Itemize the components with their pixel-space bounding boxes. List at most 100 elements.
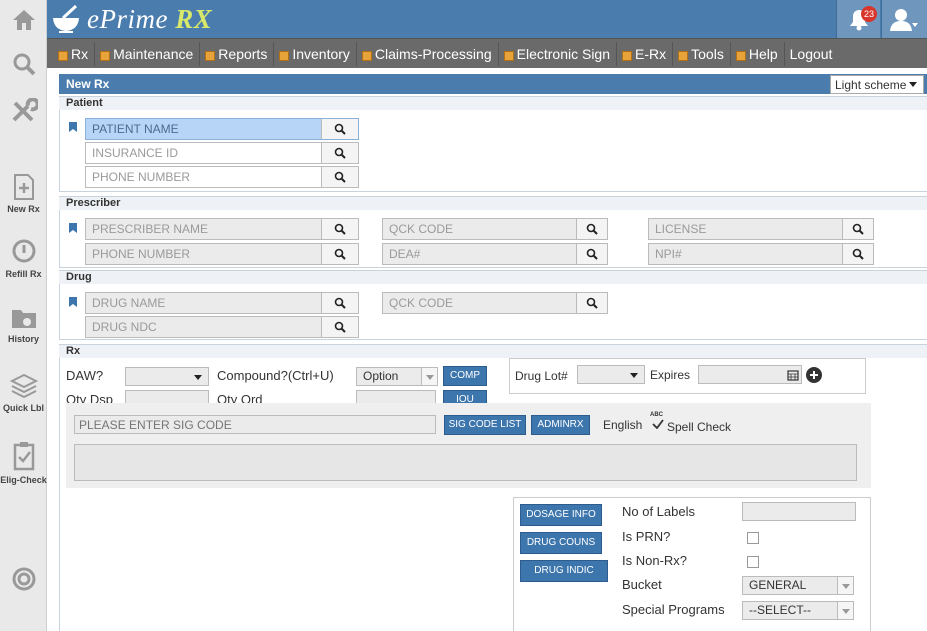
- drug-search-button[interactable]: [321, 293, 358, 313]
- no-of-labels-input[interactable]: [742, 502, 856, 521]
- history-icon: [11, 310, 36, 328]
- drug-lot-select[interactable]: [577, 365, 645, 384]
- menu-claims-processing[interactable]: Claims-Processing: [357, 41, 499, 66]
- user-menu-button[interactable]: [881, 0, 927, 38]
- patient-phone-search-button[interactable]: [321, 167, 358, 187]
- menu-tools[interactable]: Tools: [673, 41, 731, 66]
- add-lot-icon[interactable]: [806, 367, 822, 383]
- drug-ndc-input[interactable]: [86, 317, 321, 337]
- prescriber-phone-input[interactable]: [86, 244, 321, 264]
- menu-maintenance[interactable]: Maintenance: [95, 41, 201, 66]
- menu-bullet-icon: [678, 50, 689, 61]
- insurance-search-button[interactable]: [321, 143, 358, 163]
- menu-help[interactable]: Help: [731, 41, 785, 66]
- insurance-id-field[interactable]: [85, 142, 359, 164]
- is-prn-label: Is PRN?: [622, 529, 671, 544]
- notifications-button[interactable]: 23: [836, 0, 880, 38]
- patient-phone-field[interactable]: [85, 166, 359, 188]
- sidebar-item-history[interactable]: History: [0, 305, 47, 344]
- compound-select[interactable]: Option: [356, 367, 438, 386]
- help-ring-icon[interactable]: [0, 566, 47, 592]
- dea-input[interactable]: [383, 244, 576, 264]
- sig-code-list-button[interactable]: SIG CODE LIST: [444, 415, 526, 435]
- search-icon: [586, 248, 598, 260]
- prescriber-search-button[interactable]: [321, 219, 358, 239]
- is-prn-checkbox[interactable]: [747, 532, 759, 544]
- drug-name-input[interactable]: [86, 293, 321, 313]
- drug-ndc-field[interactable]: [85, 316, 359, 338]
- menu-e-rx[interactable]: E-Rx: [617, 41, 674, 66]
- dea-field[interactable]: [382, 243, 608, 265]
- caret-down-icon: [194, 375, 202, 380]
- drug-indic-button[interactable]: DRUG INDIC: [520, 560, 608, 582]
- home-icon[interactable]: [0, 8, 47, 32]
- no-of-labels-label: No of Labels: [622, 504, 695, 519]
- drug-lot-panel: Drug Lot# Expires: [509, 358, 866, 394]
- prescriber-qck-input[interactable]: [383, 219, 576, 239]
- comp-button[interactable]: COMP: [443, 366, 487, 386]
- patient-section-heading: Patient: [59, 96, 927, 110]
- license-input[interactable]: [649, 219, 842, 239]
- spell-check-label[interactable]: Spell Check: [667, 420, 731, 434]
- prescriber-name-input[interactable]: [86, 219, 321, 239]
- sidebar-item-elig-check[interactable]: Elig-Check: [0, 440, 47, 485]
- app-logo[interactable]: ePrime RX: [47, 0, 212, 38]
- drug-qck-search-button[interactable]: [576, 293, 607, 313]
- sidebar-item-refill-rx[interactable]: Refill Rx: [0, 238, 47, 279]
- license-search-button[interactable]: [842, 219, 873, 239]
- drug-ndc-search-button[interactable]: [321, 317, 358, 337]
- npi-search-button[interactable]: [842, 244, 873, 264]
- new-rx-panel: New Rx Light scheme Patient Prescriber: [59, 74, 927, 631]
- expires-input[interactable]: [698, 365, 802, 384]
- calendar-icon[interactable]: [787, 369, 799, 381]
- patient-phone-input[interactable]: [86, 167, 321, 187]
- language-label[interactable]: English: [603, 418, 642, 432]
- sig-code-field[interactable]: [74, 415, 436, 434]
- bucket-select[interactable]: GENERAL: [742, 576, 854, 595]
- prescriber-phone-field[interactable]: [85, 243, 359, 265]
- scheme-select[interactable]: Light scheme: [830, 75, 924, 94]
- prescriber-name-field[interactable]: [85, 218, 359, 240]
- menu-reports[interactable]: Reports: [200, 41, 275, 66]
- menu-electronic-sign[interactable]: Electronic Sign: [499, 41, 618, 66]
- drug-name-field[interactable]: [85, 292, 359, 314]
- new-rx-icon: [13, 174, 34, 200]
- sig-text-area[interactable]: [74, 444, 857, 481]
- sidebar-item-quick-label[interactable]: Quick Lbl: [0, 372, 47, 413]
- spell-check-icon[interactable]: [652, 419, 664, 429]
- patient-name-input[interactable]: [86, 119, 321, 139]
- dea-search-button[interactable]: [576, 244, 607, 264]
- drug-couns-button[interactable]: DRUG COUNS: [520, 532, 602, 554]
- prescriber-qck-field[interactable]: [382, 218, 608, 240]
- daw-select[interactable]: [125, 367, 209, 386]
- menu-rx[interactable]: Rx: [53, 41, 96, 66]
- search-icon: [334, 223, 346, 235]
- drug-qck-field[interactable]: [382, 292, 608, 314]
- npi-field[interactable]: [648, 243, 874, 265]
- sig-code-input[interactable]: [75, 416, 435, 433]
- special-programs-select[interactable]: --SELECT--: [742, 601, 854, 620]
- menu-inventory[interactable]: Inventory: [274, 41, 357, 66]
- prescriber-phone-search-button[interactable]: [321, 244, 358, 264]
- adminrx-button[interactable]: ADMINRX: [531, 415, 590, 435]
- tools-icon[interactable]: [0, 98, 47, 124]
- insurance-id-input[interactable]: [86, 143, 321, 163]
- patient-name-field[interactable]: [85, 118, 359, 140]
- prescriber-qck-search-button[interactable]: [576, 219, 607, 239]
- app-header: ePrime RX 23: [47, 0, 927, 38]
- npi-input[interactable]: [649, 244, 842, 264]
- search-icon[interactable]: [0, 52, 47, 76]
- search-icon: [334, 248, 346, 260]
- is-non-rx-checkbox[interactable]: [747, 556, 759, 568]
- patient-search-button[interactable]: [321, 119, 358, 139]
- sidebar-item-new-rx[interactable]: New Rx: [0, 173, 47, 214]
- search-icon: [334, 123, 346, 135]
- elig-check-icon: [13, 442, 34, 471]
- license-field[interactable]: [648, 218, 874, 240]
- users-icon: [890, 9, 918, 31]
- drug-qck-input[interactable]: [383, 293, 576, 313]
- dosage-info-button[interactable]: DOSAGE INFO: [520, 504, 602, 526]
- special-programs-label: Special Programs: [622, 602, 725, 617]
- menu-logout[interactable]: Logout: [785, 42, 839, 66]
- spell-check-abc: ABC: [650, 412, 663, 418]
